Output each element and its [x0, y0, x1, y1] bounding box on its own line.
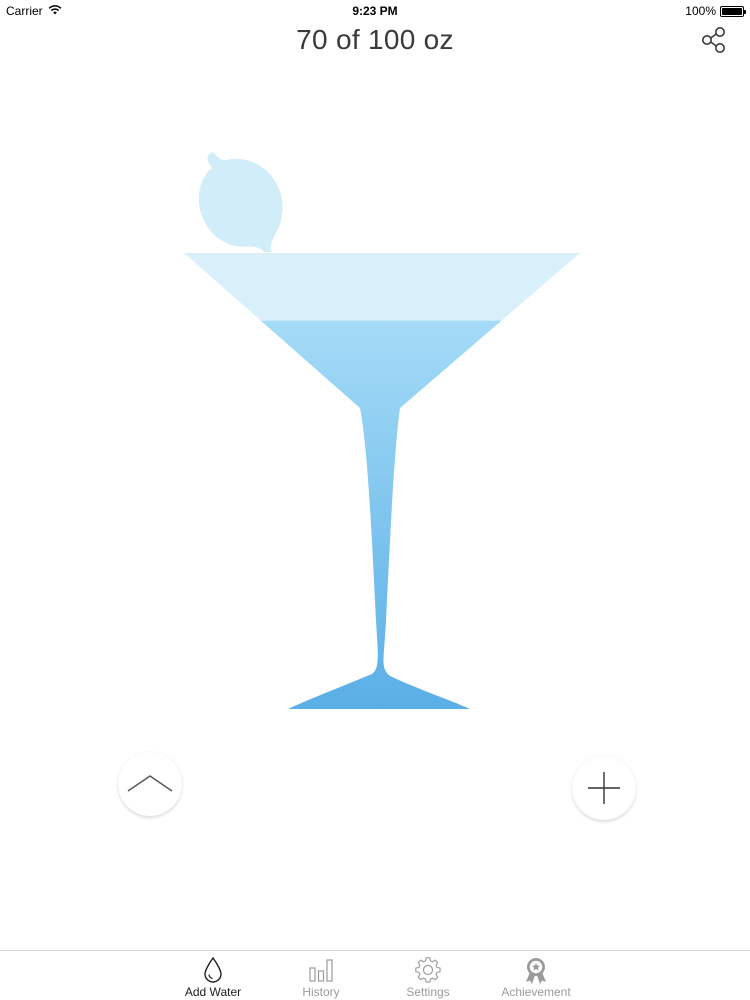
- tab-bar: Add Water History Settings Achievement: [0, 950, 750, 1000]
- page-title: 70 of 100 oz: [296, 24, 454, 55]
- chevron-up-icon: [127, 775, 173, 792]
- share-icon: [702, 27, 725, 53]
- add-water-button[interactable]: [572, 756, 636, 820]
- tab-settings[interactable]: Settings: [373, 956, 483, 1000]
- award-ribbon-icon: [526, 958, 546, 984]
- tab-label: Settings: [406, 985, 450, 999]
- share-button[interactable]: [698, 24, 730, 56]
- app-screen: Carrier 9:23 PM 100% 70 of 100 oz Add Wa…: [0, 0, 750, 1000]
- tab-label: Add Water: [184, 985, 242, 999]
- battery-fill: [722, 7, 742, 15]
- tab-label: Achievement: [501, 985, 571, 999]
- status-bar: Carrier 9:23 PM 100%: [0, 0, 750, 22]
- status-time: 9:23 PM: [352, 4, 398, 18]
- water-drop-icon: [204, 956, 222, 983]
- tab-add-water[interactable]: Add Water: [158, 956, 268, 1000]
- battery-percent: 100%: [685, 4, 716, 18]
- tab-history[interactable]: History: [266, 956, 376, 1000]
- scroll-up-button[interactable]: [118, 752, 182, 816]
- bar-chart-icon: [309, 959, 333, 982]
- tab-label: History: [302, 985, 340, 999]
- water-fill: [260, 320, 502, 709]
- olive: [198, 152, 283, 252]
- martini-glass: [184, 152, 580, 709]
- tab-achievement[interactable]: Achievement: [481, 956, 591, 1000]
- glass-empty-area: [184, 253, 580, 709]
- plus-icon: [588, 772, 620, 804]
- status-right: 100%: [685, 4, 746, 18]
- battery-icon: [720, 5, 746, 17]
- gear-icon: [415, 957, 441, 983]
